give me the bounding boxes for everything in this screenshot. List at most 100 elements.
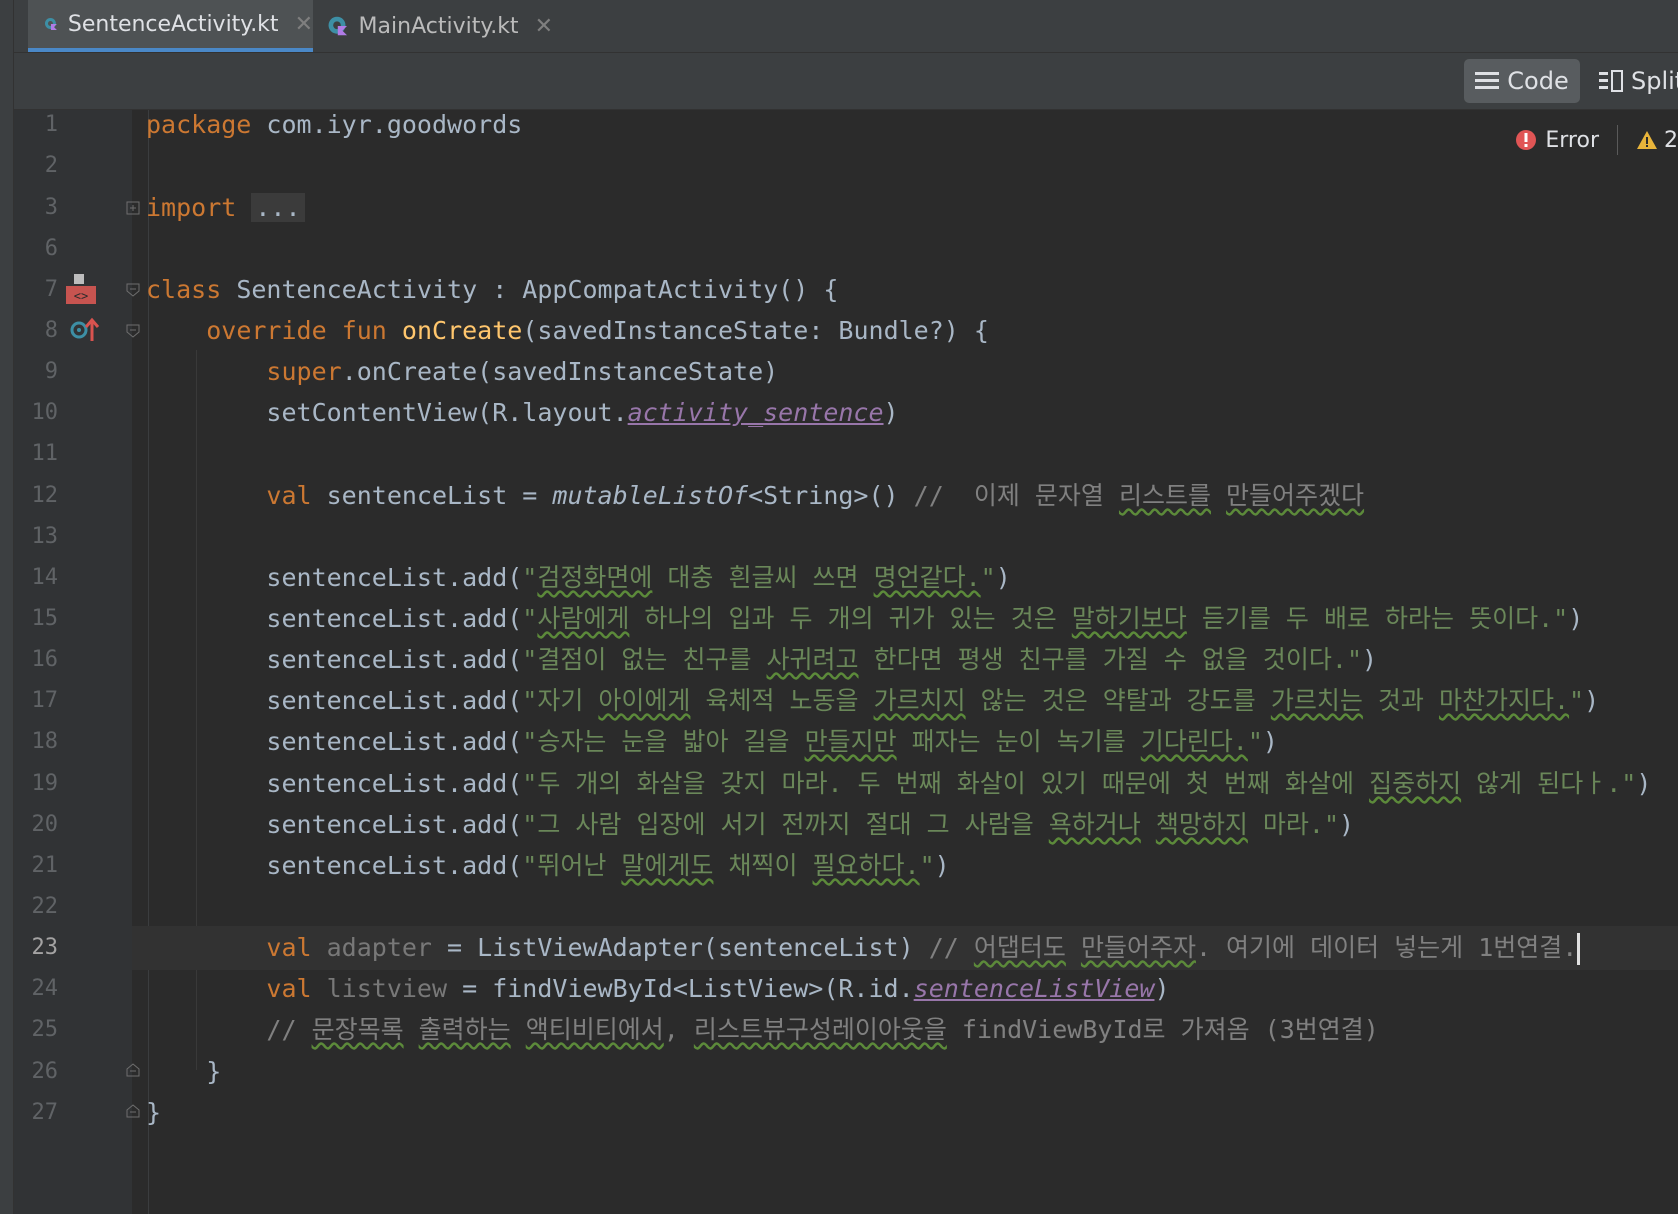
tab-label: SentenceActivity.kt bbox=[67, 11, 279, 37]
editor-mode-toolbar: Code Split bbox=[14, 53, 1678, 110]
comment-typo: 출력하는 bbox=[418, 1015, 511, 1044]
line-number: 9 bbox=[44, 359, 58, 384]
parameters: (savedInstanceState: Bundle?) { bbox=[522, 316, 989, 345]
line-number: 24 bbox=[31, 976, 59, 1001]
split-view-button[interactable]: Split bbox=[1599, 59, 1678, 103]
keyword: val bbox=[266, 974, 312, 1003]
kotlin-file-icon bbox=[44, 18, 57, 30]
layout-preview-icon[interactable]: <> bbox=[64, 272, 98, 306]
string: " bbox=[919, 851, 935, 880]
string: "두 개의 화살을 갖지 마라. 두 번째 화살이 있기 때문에 첫 번째 화살… bbox=[522, 769, 1370, 798]
string: 한다면 평생 친구를 가질 수 없을 것이다." bbox=[858, 645, 1362, 674]
line-number: 19 bbox=[31, 771, 59, 796]
code-line[interactable]: sentenceList.add("그 사람 입장에 서기 전까지 절대 그 사… bbox=[146, 803, 1678, 847]
code-line[interactable]: val sentenceList = mutableListOf<String>… bbox=[146, 474, 1678, 518]
code-line[interactable]: sentenceList.add("자기 아이에게 육체적 노동을 가르치지 않… bbox=[146, 679, 1678, 723]
string-typo: 책망하지 bbox=[1155, 810, 1248, 839]
line-number: 10 bbox=[31, 400, 59, 425]
string: " bbox=[522, 563, 538, 592]
override-icon[interactable] bbox=[70, 315, 100, 345]
tab-sentence-activity[interactable]: SentenceActivity.kt ✕ bbox=[28, 0, 313, 52]
code-line[interactable]: val listview = findViewById<ListView>(R.… bbox=[146, 967, 1678, 1011]
paren: ) bbox=[1584, 686, 1600, 715]
code-view-button[interactable]: Code bbox=[1464, 59, 1580, 103]
keyword: fun bbox=[341, 316, 387, 345]
call: sentenceList.add( bbox=[266, 686, 523, 715]
paren: ) bbox=[1636, 769, 1652, 798]
code-line[interactable]: super.onCreate(savedInstanceState) bbox=[146, 350, 1678, 394]
string: 마라." bbox=[1247, 810, 1340, 839]
close-icon[interactable]: ✕ bbox=[295, 12, 313, 37]
keyword: class bbox=[146, 275, 222, 304]
string: 하나의 입과 두 개의 귀가 있는 것은 bbox=[629, 604, 1072, 633]
line-number: 23 bbox=[31, 935, 59, 960]
comment bbox=[1066, 933, 1081, 962]
code-line[interactable]: } bbox=[146, 1091, 1678, 1135]
paren: ) bbox=[934, 851, 950, 880]
resource-reference[interactable]: activity_sentence bbox=[628, 398, 884, 427]
function-call: mutableListOf bbox=[552, 481, 749, 510]
comment: , bbox=[663, 1015, 694, 1044]
string-typo: 가르치는 bbox=[1270, 686, 1363, 715]
line-number: 12 bbox=[31, 483, 59, 508]
code-line[interactable]: package com.iyr.goodwords bbox=[146, 103, 1678, 147]
fold-icon[interactable] bbox=[126, 1104, 140, 1118]
code-line[interactable]: sentenceList.add("두 개의 화살을 갖지 마라. 두 번째 화… bbox=[146, 762, 1678, 806]
comment: . 여기에 데이터 넣는게 1번연결. bbox=[1195, 933, 1578, 962]
string: " bbox=[522, 604, 538, 633]
string: 채찍이 bbox=[713, 851, 813, 880]
string-typo: 욕하거나 bbox=[1048, 810, 1141, 839]
fold-icon[interactable] bbox=[126, 1063, 140, 1077]
string-typo: 말에게도 bbox=[621, 851, 714, 880]
call: sentenceList.add( bbox=[266, 563, 523, 592]
line-number: 6 bbox=[44, 236, 58, 261]
code-line[interactable]: class SentenceActivity : AppCompatActivi… bbox=[146, 268, 1678, 312]
fold-icon[interactable] bbox=[126, 324, 140, 338]
string: "승자는 눈을 밟아 길을 bbox=[522, 727, 805, 756]
line-number: 25 bbox=[31, 1017, 59, 1042]
code-editor[interactable]: 1 2 3 6 7 8 9 10 11 12 13 14 15 16 17 18… bbox=[14, 110, 1678, 1214]
string-typo: 사람에게 bbox=[537, 604, 630, 633]
comment-typo: 어댑터도 bbox=[973, 933, 1066, 962]
call: sentenceList.add( bbox=[266, 769, 523, 798]
text-caret bbox=[1577, 933, 1581, 965]
call: sentenceList.add( bbox=[266, 645, 523, 674]
code-line[interactable]: sentenceList.add("뛰어난 말에게도 채찍이 필요하다.") bbox=[146, 844, 1678, 888]
code-text: = findViewById<ListView>(R.id. bbox=[447, 974, 914, 1003]
code-text: <String>() bbox=[748, 481, 914, 510]
comment-typo: 리스트뷰구성레이아웃을 bbox=[693, 1015, 947, 1044]
line-number: 18 bbox=[31, 729, 59, 754]
code-line[interactable]: sentenceList.add("사람에게 하나의 입과 두 개의 귀가 있는… bbox=[146, 597, 1678, 641]
kotlin-file-icon bbox=[328, 16, 348, 36]
string: 패자는 눈이 녹기를 bbox=[896, 727, 1141, 756]
folded-imports[interactable]: ... bbox=[251, 193, 305, 222]
close-icon[interactable]: ✕ bbox=[535, 14, 553, 39]
code-line[interactable]: override fun onCreate(savedInstanceState… bbox=[146, 309, 1678, 353]
code-line[interactable]: } bbox=[146, 1050, 1678, 1094]
code-line[interactable]: setContentView(R.layout.activity_sentenc… bbox=[146, 391, 1678, 435]
code-line[interactable]: sentenceList.add("승자는 눈을 밟아 길을 만들지만 패자는 … bbox=[146, 720, 1678, 764]
paren: ) bbox=[883, 398, 899, 427]
code-line[interactable]: // 문장목록 출력하는 액티비티에서, 리스트뷰구성레이아웃을 findVie… bbox=[146, 1008, 1678, 1052]
fold-icon[interactable] bbox=[126, 201, 140, 215]
comment-typo: 리스트를 bbox=[1118, 481, 1211, 510]
tab-main-activity[interactable]: MainActivity.kt ✕ bbox=[313, 0, 553, 52]
tab-label: MainActivity.kt bbox=[358, 13, 519, 39]
comment: // 이제 문자열 bbox=[913, 481, 1119, 510]
string: 대충 흰글씨 쓰면 bbox=[652, 563, 874, 592]
comment-typo: 만들어주자 bbox=[1080, 933, 1196, 962]
line-number: 3 bbox=[44, 195, 58, 220]
string-typo: 집중하지 bbox=[1369, 769, 1462, 798]
code-line[interactable]: sentenceList.add("검정화면에 대충 흰글씨 쓰면 명언같다."… bbox=[146, 556, 1678, 600]
string: " bbox=[1569, 686, 1585, 715]
code-line-current[interactable]: val adapter = ListViewAdapter(sentenceLi… bbox=[132, 926, 1678, 970]
code-line[interactable]: import ... bbox=[146, 186, 1678, 230]
fold-icon[interactable] bbox=[126, 283, 140, 297]
comment bbox=[511, 1015, 526, 1044]
string: 않게 된다ㅏ." bbox=[1461, 769, 1637, 798]
code-line[interactable]: sentenceList.add("결점이 없는 친구를 사귀려고 한다면 평생… bbox=[146, 638, 1678, 682]
resource-reference[interactable]: sentenceListView bbox=[914, 974, 1155, 1003]
string: " bbox=[1247, 727, 1263, 756]
unused-variable: listview bbox=[311, 974, 448, 1003]
keyword: package bbox=[146, 110, 252, 139]
